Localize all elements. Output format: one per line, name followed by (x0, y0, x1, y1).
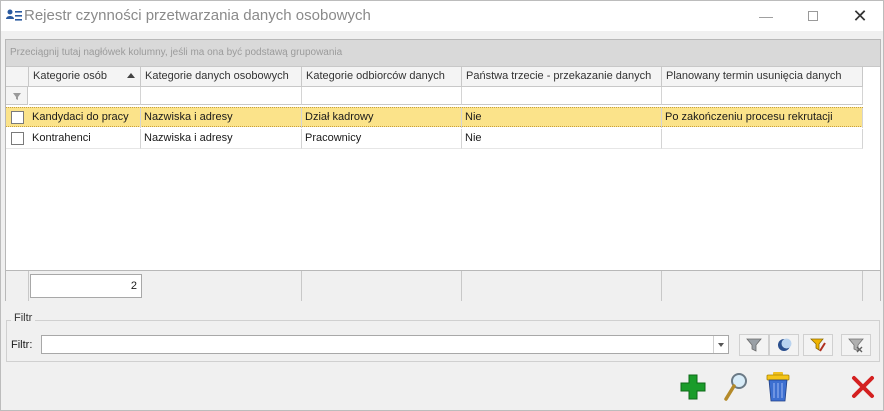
users-register-icon (6, 9, 22, 23)
cell-kategorie-danych[interactable]: Nazwiska i adresy (141, 129, 302, 149)
cell-termin-usuniecia[interactable]: Po zakończeniu procesu rekrutacji (662, 108, 863, 128)
dialog-window: Rejestr czynności przetwarzania danych o… (0, 0, 884, 411)
column-header-kategorie-odbiorcow[interactable]: Kategorie odbiorców danych (302, 67, 462, 87)
grid-footer: 2 (6, 270, 880, 301)
title-bar: Rejestr czynności przetwarzania danych o… (1, 1, 883, 31)
edit-filter-button[interactable] (803, 334, 833, 356)
cell-kategorie-osob[interactable]: Kandydaci do pracy (29, 108, 141, 128)
filter-moon-button[interactable] (769, 334, 799, 356)
column-header-termin-usuniecia[interactable]: Planowany termin usunięcia danych (662, 67, 863, 87)
footer-cell (302, 271, 462, 301)
row-checkbox[interactable] (11, 111, 24, 124)
close-icon: ✕ (852, 5, 868, 26)
column-header-kategorie-osob[interactable]: Kategorie osób (29, 67, 141, 87)
cell-kategorie-odbiorcow[interactable]: Pracownicy (302, 129, 462, 149)
filter-cell[interactable] (302, 87, 462, 105)
window-title: Rejestr czynności przetwarzania danych o… (24, 7, 371, 24)
column-header-label: Planowany termin usunięcia danych (666, 70, 842, 82)
row-checkbox-cell[interactable] (6, 108, 29, 128)
cell-panstwa-trzecie[interactable]: Nie (462, 108, 662, 128)
table-row[interactable]: Kontrahenci Nazwiska i adresy Pracownicy… (6, 129, 863, 149)
column-header-kategorie-danych[interactable]: Kategorie danych osobowych (141, 67, 302, 87)
filter-cell[interactable] (462, 87, 662, 105)
cancel-button[interactable] (846, 369, 880, 405)
moon-filter-icon (778, 338, 792, 351)
preview-icon (724, 373, 747, 401)
row-filter-button[interactable] (6, 87, 28, 105)
add-icon (680, 374, 706, 400)
cell-panstwa-trzecie[interactable]: Nie (462, 129, 662, 149)
row-checkbox[interactable] (11, 132, 24, 145)
group-panel-hint: Przeciągnij tutaj nagłówek kolumny, jeśl… (10, 47, 343, 58)
cell-termin-usuniecia[interactable] (662, 129, 863, 149)
sort-ascending-icon (127, 73, 135, 78)
maximize-button[interactable] (790, 1, 836, 31)
close-button[interactable]: ✕ (837, 1, 883, 31)
column-header-label: Kategorie osób (33, 70, 107, 82)
row-checkbox-cell[interactable] (6, 129, 29, 149)
record-count: 2 (30, 274, 142, 298)
column-header-panstwa-trzecie[interactable]: Państwa trzecie - przekazanie danych (462, 67, 662, 87)
group-by-panel[interactable]: Przeciągnij tutaj nagłówek kolumny, jeśl… (6, 40, 880, 67)
funnel-icon (746, 338, 762, 352)
apply-filter-button[interactable] (739, 334, 769, 356)
filter-cell[interactable] (662, 87, 863, 105)
filter-field-label: Filtr: (11, 339, 33, 351)
delete-button[interactable] (761, 369, 795, 405)
filter-combobox[interactable] (41, 335, 729, 354)
footer-cell (662, 271, 863, 301)
table-row[interactable]: Kandydaci do pracy Nazwiska i adresy Dzi… (6, 107, 863, 128)
filter-cell[interactable] (29, 87, 141, 105)
footer-cell (462, 271, 662, 301)
filter-cell[interactable] (141, 87, 302, 105)
column-header-label: Kategorie danych osobowych (145, 70, 289, 82)
column-header-label: Państwa trzecie - przekazanie danych (466, 70, 652, 82)
funnel-edit-icon (810, 338, 826, 352)
delete-icon (766, 372, 790, 402)
funnel-clear-icon (848, 338, 864, 353)
funnel-icon (13, 93, 21, 100)
cancel-icon (852, 376, 874, 398)
add-button[interactable] (676, 369, 710, 405)
filter-group-label: Filtr (11, 312, 36, 324)
minimize-icon: — (759, 8, 773, 24)
column-header-label: Kategorie odbiorców danych (306, 70, 445, 82)
cell-kategorie-danych[interactable]: Nazwiska i adresy (141, 108, 302, 128)
chevron-down-icon (718, 342, 724, 347)
header-select-column (6, 67, 29, 87)
cell-kategorie-osob[interactable]: Kontrahenci (29, 129, 141, 149)
cell-kategorie-odbiorcow[interactable]: Dział kadrowy (302, 108, 462, 128)
data-grid[interactable]: Przeciągnij tutaj nagłówek kolumny, jeśl… (5, 39, 881, 301)
filter-dropdown-button[interactable] (713, 336, 728, 353)
footer-cell (141, 271, 302, 301)
maximize-icon (808, 11, 818, 21)
preview-button[interactable] (719, 369, 753, 405)
footer-cell (6, 271, 29, 301)
clear-filter-button[interactable] (841, 334, 871, 356)
minimize-button[interactable]: — (743, 1, 789, 31)
